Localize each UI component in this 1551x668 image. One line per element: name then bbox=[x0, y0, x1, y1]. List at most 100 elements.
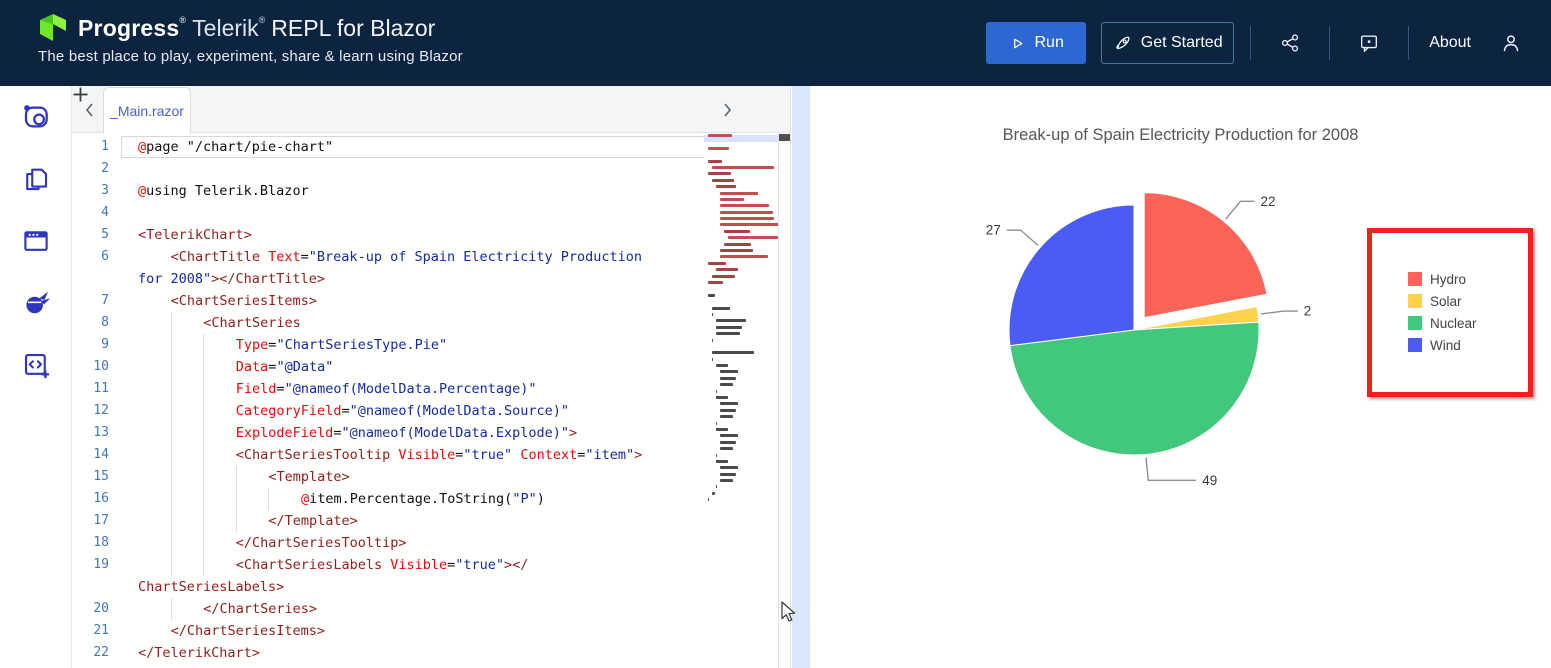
code-area[interactable]: 1@page "/chart/pie-chart"23@using Teleri… bbox=[72, 134, 790, 668]
feedback-button[interactable] bbox=[1330, 32, 1408, 54]
run-button[interactable]: Run bbox=[986, 22, 1086, 64]
label-connector bbox=[1226, 201, 1255, 219]
brand: Progress® Telerik® REPL for Blazor The b… bbox=[38, 14, 463, 65]
pie-value-label: 49 bbox=[1202, 473, 1217, 488]
line-number bbox=[72, 268, 121, 290]
brand-product: REPL for Blazor bbox=[271, 15, 435, 42]
get-started-button[interactable]: Get Started bbox=[1101, 22, 1234, 64]
code-rows: 1@page "/chart/pie-chart"23@using Teleri… bbox=[72, 136, 642, 664]
label-connector bbox=[1146, 457, 1196, 480]
line-number: 13 bbox=[72, 422, 121, 444]
sidebar-item-examples[interactable] bbox=[0, 272, 71, 334]
feedback-icon bbox=[1358, 32, 1380, 54]
line-number: 15 bbox=[72, 466, 121, 488]
line-number: 7 bbox=[72, 290, 121, 312]
legend-swatch bbox=[1408, 316, 1422, 330]
panel-splitter[interactable] bbox=[792, 86, 810, 668]
chevron-left-icon bbox=[84, 101, 95, 119]
line-number: 12 bbox=[72, 400, 121, 422]
line-number: 2 bbox=[72, 158, 121, 180]
line-number: 1 bbox=[72, 136, 121, 158]
line-number: 18 bbox=[72, 532, 121, 554]
sidebar-item-snippets[interactable] bbox=[0, 86, 71, 148]
code-row: 12CategoryField="@nameof(ModelData.Sourc… bbox=[72, 400, 642, 422]
line-number: 10 bbox=[72, 356, 121, 378]
line-number: 5 bbox=[72, 224, 121, 246]
reg-mark: ® bbox=[179, 15, 186, 25]
legend-swatch bbox=[1408, 338, 1422, 352]
label-connector bbox=[1007, 230, 1038, 245]
user-button[interactable] bbox=[1491, 31, 1531, 55]
sidebar-item-window[interactable] bbox=[0, 210, 71, 272]
prev-tab-button[interactable] bbox=[82, 99, 97, 124]
editor-tab-bar: _Main.razor bbox=[72, 86, 790, 133]
tab-main-razor[interactable]: _Main.razor bbox=[103, 87, 191, 133]
code-row: 8<ChartSeries bbox=[72, 312, 642, 334]
chevron-right-icon bbox=[722, 101, 733, 119]
left-toolbar bbox=[0, 86, 71, 668]
play-icon bbox=[1009, 35, 1026, 52]
sidebar-item-new-snippet[interactable] bbox=[0, 334, 71, 396]
code-row: 19<ChartSeriesLabels Visible="true"></ bbox=[72, 554, 642, 576]
line-number: 4 bbox=[72, 202, 121, 224]
code-add-icon bbox=[21, 350, 51, 380]
legend-item-solar[interactable]: Solar bbox=[1408, 290, 1477, 312]
code-row: 4 bbox=[72, 202, 642, 224]
minimap[interactable] bbox=[704, 134, 778, 668]
get-started-label: Get Started bbox=[1141, 34, 1223, 52]
code-row: 2 bbox=[72, 158, 642, 180]
code-row: 13ExplodeField="@nameof(ModelData.Explod… bbox=[72, 422, 642, 444]
pie-slice-nuclear[interactable] bbox=[1010, 322, 1259, 455]
about-link[interactable]: About bbox=[1409, 34, 1491, 52]
app-header: Progress® Telerik® REPL for Blazor The b… bbox=[0, 0, 1551, 86]
legend-label: Hydro bbox=[1430, 272, 1466, 287]
tab-label: _Main.razor bbox=[110, 103, 184, 119]
code-editor: _Main.razor 1@page "/chart/pie-chart"23@… bbox=[71, 86, 791, 668]
line-number: 8 bbox=[72, 312, 121, 334]
pie-slice-hydro[interactable] bbox=[1144, 193, 1267, 318]
pie-chart: 2224927 bbox=[810, 86, 1551, 668]
line-number: 3 bbox=[72, 180, 121, 202]
scrollbar-cursor-marker bbox=[779, 134, 790, 141]
pie-slice-wind[interactable] bbox=[1009, 205, 1134, 346]
line-number: 19 bbox=[72, 554, 121, 576]
code-row: 15<Template> bbox=[72, 466, 642, 488]
legend-label: Solar bbox=[1430, 294, 1462, 309]
line-number: 17 bbox=[72, 510, 121, 532]
share-icon bbox=[1279, 32, 1301, 54]
code-row: 9Type="ChartSeriesType.Pie" bbox=[72, 334, 642, 356]
header-nav: Run Get Started bbox=[986, 0, 1531, 86]
scrollbar[interactable] bbox=[778, 134, 790, 668]
progress-logo-icon bbox=[38, 14, 68, 42]
legend-item-hydro[interactable]: Hydro bbox=[1408, 268, 1477, 290]
label-connector bbox=[1261, 311, 1298, 314]
line-number: 16 bbox=[72, 488, 121, 510]
mascot-icon bbox=[20, 287, 52, 319]
code-row: 11Field="@nameof(ModelData.Percentage)" bbox=[72, 378, 642, 400]
line-number: 9 bbox=[72, 334, 121, 356]
code-row: 5<TelerikChart> bbox=[72, 224, 642, 246]
code-row: 16@item.Percentage.ToString("P") bbox=[72, 488, 642, 510]
tagline: The best place to play, experiment, shar… bbox=[38, 48, 463, 65]
code-row: 22</TelerikChart> bbox=[72, 642, 642, 664]
copy-icon bbox=[21, 164, 51, 194]
legend-item-wind[interactable]: Wind bbox=[1408, 334, 1477, 356]
next-tab-button[interactable] bbox=[720, 99, 735, 124]
code-row: for 2008"></ChartTitle> bbox=[72, 268, 642, 290]
sidebar-item-assets[interactable] bbox=[0, 148, 71, 210]
chart-legend: Hydro Solar NuclearWind bbox=[1408, 268, 1477, 356]
line-number bbox=[72, 576, 121, 598]
brand-progress: Progress® bbox=[78, 15, 186, 42]
brand-telerik: Telerik® bbox=[192, 15, 265, 42]
line-number: 11 bbox=[72, 378, 121, 400]
code-row: 18</ChartSeriesTooltip> bbox=[72, 532, 642, 554]
code-row: 14<ChartSeriesTooltip Visible="true" Con… bbox=[72, 444, 642, 466]
code-row: 21</ChartSeriesItems> bbox=[72, 620, 642, 642]
line-number: 20 bbox=[72, 598, 121, 620]
share-button[interactable] bbox=[1251, 32, 1329, 54]
code-row: 6<ChartTitle Text="Break-up of Spain Ele… bbox=[72, 246, 642, 268]
legend-swatch bbox=[1408, 272, 1422, 286]
line-number: 14 bbox=[72, 444, 121, 466]
legend-item-nuclear[interactable]: Nuclear bbox=[1408, 312, 1477, 334]
legend-swatch bbox=[1408, 294, 1422, 308]
